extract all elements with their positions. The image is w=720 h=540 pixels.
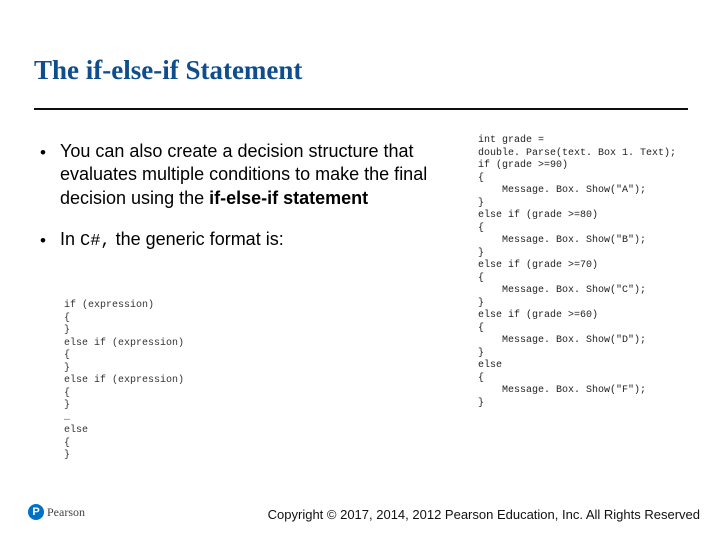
bullet-2-pre: In bbox=[60, 229, 80, 249]
body-text: You can also create a decision structure… bbox=[34, 140, 460, 271]
bullet-1: You can also create a decision structure… bbox=[34, 140, 460, 210]
pearson-logo: P Pearson bbox=[28, 504, 85, 520]
pearson-wordmark: Pearson bbox=[47, 505, 85, 520]
slide: The if-else-if Statement You can also cr… bbox=[0, 0, 720, 540]
bullet-1-bold: if-else-if statement bbox=[209, 188, 368, 208]
title-underline bbox=[34, 108, 688, 110]
pearson-mark-icon: P bbox=[28, 504, 44, 520]
generic-format-code: if (expression) { } else if (expression)… bbox=[64, 300, 184, 463]
bullet-2-mono: C#, bbox=[80, 232, 111, 251]
bullet-2: In C#, the generic format is: bbox=[34, 228, 460, 253]
csharp-sample-code: int grade = double. Parse(text. Box 1. T… bbox=[478, 135, 676, 410]
copyright-text: Copyright © 2017, 2014, 2012 Pearson Edu… bbox=[268, 507, 700, 522]
bullet-2-post: the generic format is: bbox=[111, 229, 284, 249]
slide-title: The if-else-if Statement bbox=[34, 56, 302, 86]
